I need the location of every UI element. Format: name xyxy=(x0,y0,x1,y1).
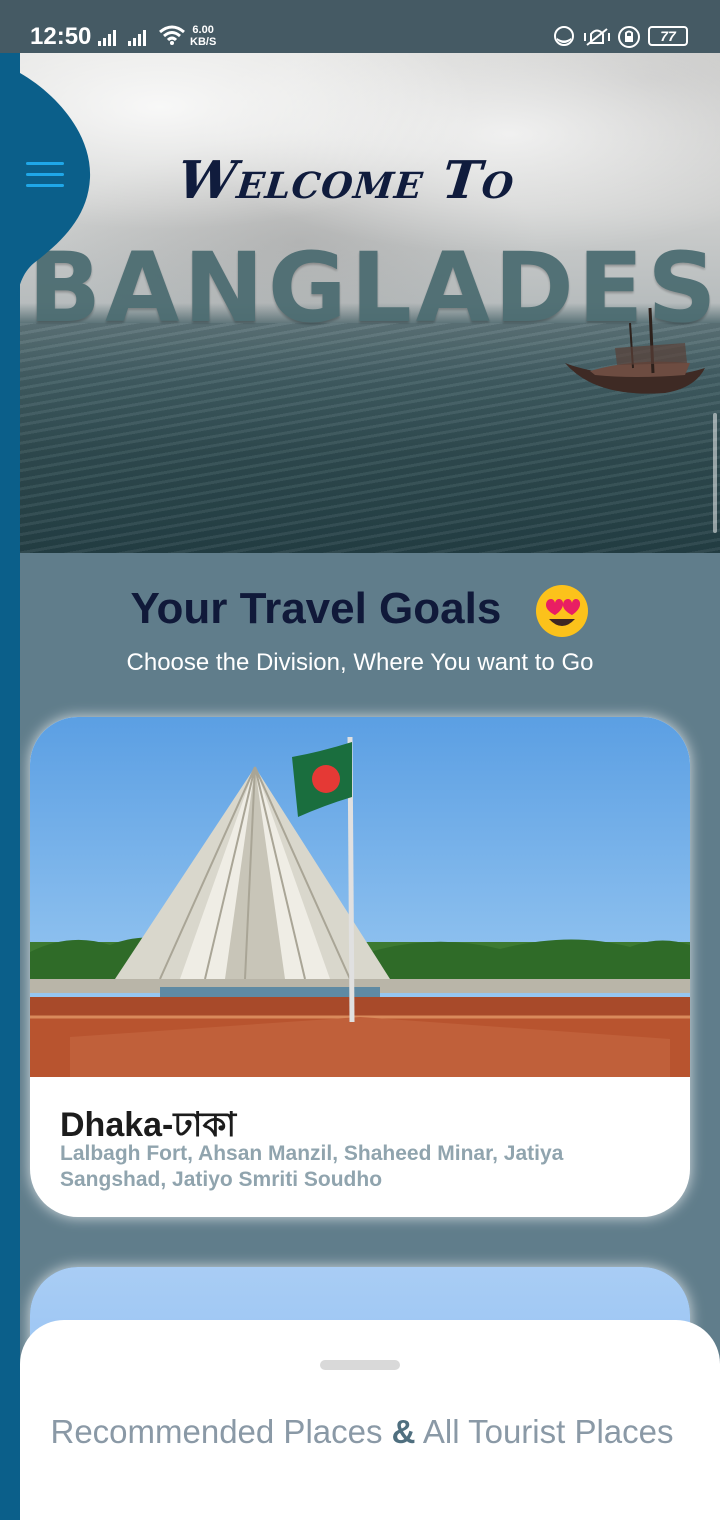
sheet-title-ampersand: & xyxy=(391,1413,416,1450)
hero-title: Welcome To xyxy=(174,150,518,211)
vibrate-icon xyxy=(584,28,610,46)
battery-icon: 77 xyxy=(648,26,688,46)
card-title: Dhaka-ঢাকা xyxy=(60,1106,237,1144)
page-title: Your Travel Goals xyxy=(0,580,720,639)
sheet-title-part2: All Tourist Places xyxy=(415,1413,674,1450)
page-subtitle: Choose the Division, Where You want to G… xyxy=(126,649,594,676)
network-speed: 6.00 KB/S xyxy=(190,24,216,48)
data-saver-icon xyxy=(554,26,574,46)
sheet-drag-handle[interactable] xyxy=(320,1360,400,1370)
rotation-lock-icon xyxy=(618,26,640,48)
sheet-title-part1: Recommended Places xyxy=(50,1413,392,1450)
hamburger-menu-icon[interactable] xyxy=(26,162,64,188)
dhaka-monument-image xyxy=(30,717,690,1077)
hero-banner: Welcome To BANGLADESH xyxy=(20,53,720,553)
bottom-sheet-title: Recommended Places & All Tourist Places xyxy=(20,1412,704,1452)
speed-value: 6.00 xyxy=(192,24,214,36)
wifi-icon xyxy=(159,25,185,45)
heart-eyes-emoji xyxy=(535,585,588,638)
signal-icon xyxy=(98,30,116,46)
speed-unit: KB/S xyxy=(190,36,217,48)
boat-image xyxy=(565,307,705,394)
signal-icon xyxy=(128,30,146,46)
status-time: 12:50 xyxy=(30,23,92,50)
bottom-sheet[interactable]: Recommended Places & All Tourist Places xyxy=(20,1320,720,1520)
page-title-text: Your Travel Goals xyxy=(130,584,502,633)
status-bar: 12:50 6.00 KB/S 77 xyxy=(0,0,720,53)
card-description: Lalbagh Fort, Ahsan Manzil, Shaheed Mina… xyxy=(60,1142,564,1191)
division-card-dhaka[interactable]: Dhaka-ঢাকা Lalbagh Fort, Ahsan Manzil, S… xyxy=(30,717,690,1217)
scroll-indicator xyxy=(713,413,717,533)
